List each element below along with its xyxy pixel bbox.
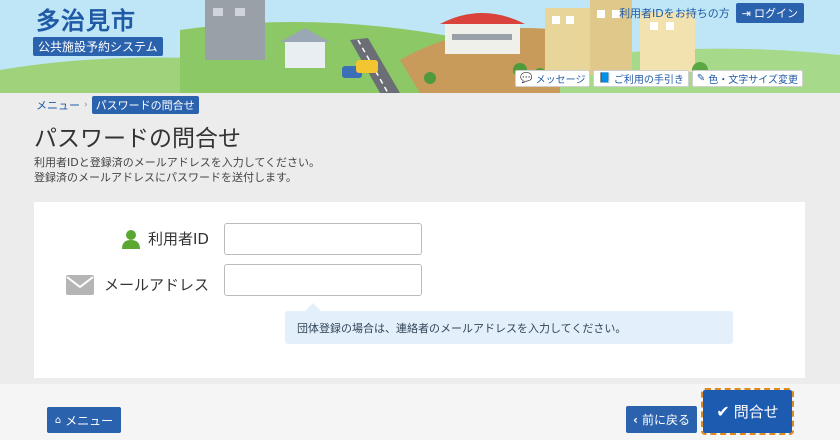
menu-button[interactable]: ⌂ メニュー [47, 407, 121, 433]
email-input[interactable] [224, 264, 422, 296]
chevron-left-icon: ‹ [633, 412, 638, 427]
envelope-icon [66, 275, 94, 295]
description-line-2: 登録済のメールアドレスにパスワードを送付します。 [34, 171, 297, 184]
guide-link[interactable]: 📘 ご利用の手引き [593, 70, 689, 87]
chevron-right-icon: › [84, 100, 88, 110]
submit-button-label: 問合せ [733, 403, 779, 421]
breadcrumb: メニュー › パスワードの問合せ [36, 96, 199, 114]
site-subtitle: 公共施設予約システム [33, 37, 163, 56]
login-prompt: 利用者IDをお持ちの方 [619, 7, 730, 20]
submit-button[interactable]: ✔ 問合せ [701, 388, 794, 435]
breadcrumb-current: パスワードの問合せ [91, 96, 199, 114]
home-icon: ⌂ [54, 414, 62, 426]
user-id-row: 利用者ID [122, 228, 209, 249]
menu-button-label: メニュー [65, 413, 114, 428]
login-area: 利用者IDをお持ちの方 ⇥ ログイン [619, 3, 804, 23]
message-link-label: メッセージ [535, 75, 586, 86]
email-note: 団体登録の場合は、連絡者のメールアドレスを入力してください。 [285, 303, 733, 344]
message-link[interactable]: 💬 メッセージ [515, 70, 591, 87]
brush-icon: ✎ [696, 73, 706, 84]
description-line-1: 利用者IDと登録済のメールアドレスを入力してください。 [34, 156, 321, 169]
site-header: 多治見市 公共施設予約システム 利用者IDをお持ちの方 ⇥ ログイン 💬 メッセ… [0, 0, 840, 93]
speech-bubble-icon: 💬 [520, 73, 533, 84]
user-id-label: 利用者ID [148, 230, 209, 248]
display-settings-link-label: 色・文字サイズ変更 [708, 75, 798, 86]
utility-links: 💬 メッセージ 📘 ご利用の手引き ✎ 色・文字サイズ変更 [515, 70, 803, 87]
user-id-input[interactable] [224, 223, 422, 255]
email-label: メールアドレス [104, 275, 210, 294]
guide-link-label: ご利用の手引き [613, 75, 684, 86]
sign-in-icon: ⇥ [741, 6, 751, 20]
login-button-label: ログイン [754, 7, 798, 20]
checkmark-icon: ✔ [716, 402, 730, 421]
site-title: 多治見市 [36, 7, 136, 35]
login-button[interactable]: ⇥ ログイン [735, 3, 804, 23]
page-title: パスワードの問合せ [34, 126, 241, 152]
form-panel: 利用者ID メールアドレス 団体登録の場合は、連絡者のメールアドレスを入力してく… [34, 202, 805, 378]
email-row: メールアドレス [66, 273, 209, 295]
breadcrumb-menu-link[interactable]: メニュー [36, 97, 80, 113]
page-description: 利用者IDと登録済のメールアドレスを入力してください。 登録済のメールアドレスに… [34, 155, 320, 185]
back-button[interactable]: ‹ 前に戻る [626, 406, 697, 433]
back-button-label: 前に戻る [641, 413, 690, 427]
footer-bar: ⌂ メニュー ‹ 前に戻る ✔ 問合せ [0, 384, 840, 440]
user-icon [122, 229, 140, 249]
book-icon: 📘 [598, 73, 611, 84]
display-settings-link[interactable]: ✎ 色・文字サイズ変更 [691, 70, 803, 87]
